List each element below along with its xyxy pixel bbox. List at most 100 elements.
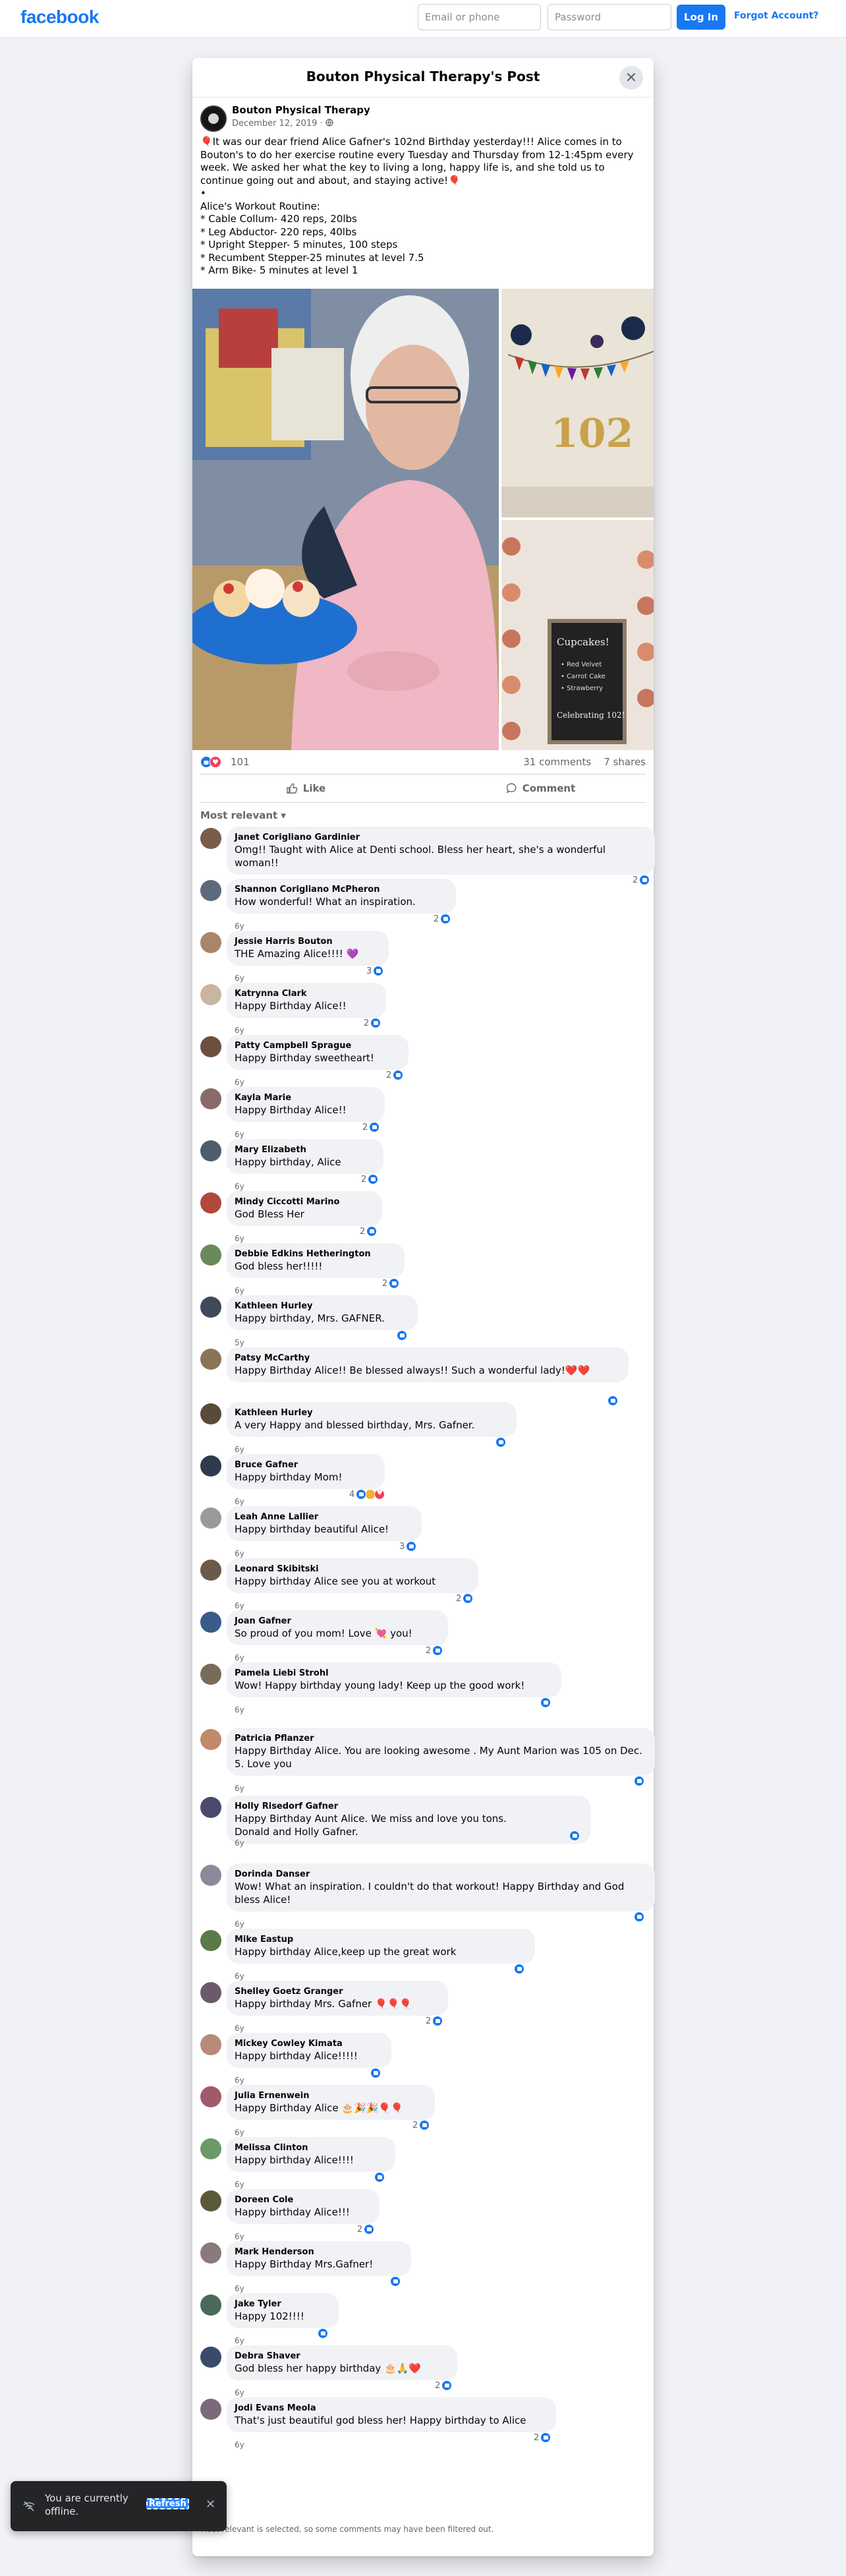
comment-age[interactable]: 6y [235,1234,244,1243]
commenter-name[interactable]: Bruce Gafner [235,1459,377,1471]
commenter-name[interactable]: Leonard Skibitski [235,1564,470,1575]
comment-reactions[interactable] [494,1436,506,1449]
commenter-name[interactable]: Mary Elizabeth [235,1144,376,1156]
comment-reactions[interactable] [633,1910,644,1923]
comment-age[interactable]: 6y [235,1549,244,1558]
commenter-avatar[interactable] [200,2034,221,2055]
commenter-avatar[interactable] [200,1036,221,1057]
commenter-avatar[interactable] [200,1560,221,1581]
comment-age[interactable]: 6y [235,2336,244,2345]
commenter-avatar[interactable] [200,2347,221,2368]
commenter-name[interactable]: Kathleen Hurley [235,1407,509,1419]
commenter-avatar[interactable] [200,1349,221,1370]
reactions-icon-stack[interactable]: ♥ [200,756,227,768]
commenter-name[interactable]: Julia Ernenwein [235,2090,427,2101]
commenter-avatar[interactable] [200,1088,221,1109]
commenter-avatar[interactable] [200,2138,221,2159]
commenter-name[interactable]: Holly Risedorf Gafner [235,1801,582,1812]
page-avatar[interactable] [200,105,227,132]
comment-reactions[interactable]: 2 [364,1016,381,1030]
commenter-name[interactable]: Pamela Liebi Strohl [235,1668,553,1679]
commenter-name[interactable]: Mike Eastup [235,1934,527,1945]
comment-reactions[interactable]: 2 [360,1225,378,1238]
comment-reactions[interactable]: 2 [534,2431,551,2444]
comment-filter-dropdown[interactable]: Most relevant ▾ [200,809,286,821]
comment-reactions[interactable] [633,1774,644,1788]
comment-age[interactable]: 6y [235,2076,244,2085]
comment-age[interactable]: 6y [235,1182,244,1191]
forgot-account-link[interactable]: Forgot Account? [734,11,819,21]
page-name-link[interactable]: Bouton Physical Therapy [232,104,370,116]
comment-reactions[interactable] [513,1962,524,1976]
commenter-name[interactable]: Kayla Marie [235,1092,377,1103]
photo-birthday-woman[interactable] [192,289,499,750]
comment-age[interactable]: 6y [235,1130,244,1139]
commenter-name[interactable]: Kathleen Hurley [235,1301,410,1312]
password-field[interactable] [548,4,671,30]
facebook-logo[interactable]: facebook [20,7,99,28]
email-field[interactable] [418,4,541,30]
comment-age[interactable]: 6y [235,2180,244,2189]
comment-reactions[interactable] [373,2171,385,2184]
commenter-avatar[interactable] [200,880,221,901]
comment-reactions[interactable]: 2 [434,912,451,925]
comment-age[interactable]: 6y [235,1838,244,1848]
commenter-name[interactable]: Jessie Harris Bouton [235,936,381,947]
comments-count[interactable]: 31 comments [523,756,591,768]
commenter-avatar[interactable] [200,2295,221,2316]
comment-reactions[interactable] [389,2275,401,2288]
comment-age[interactable]: 6y [235,1026,244,1035]
comment-reactions[interactable]: 2 [361,1173,379,1186]
commenter-avatar[interactable] [200,2190,221,2211]
comment-reactions[interactable]: 2 [362,1121,380,1134]
commenter-name[interactable]: Mark Henderson [235,2246,403,2258]
shares-count[interactable]: 7 shares [604,756,646,768]
commenter-name[interactable]: Patricia Pflanzer [235,1733,647,1744]
commenter-name[interactable]: Mindy Ciccotti Marino [235,1196,374,1208]
commenter-avatar[interactable] [200,1192,221,1214]
comment-age[interactable]: 6y [235,1919,244,1929]
like-button[interactable]: Like [200,778,411,799]
comment-age[interactable]: 6y [235,2440,244,2449]
commenter-name[interactable]: Debbie Edkins Hetherington [235,1248,397,1260]
commenter-name[interactable]: Debra Shaver [235,2351,449,2362]
login-button[interactable]: Log In [677,5,725,30]
comment-age[interactable]: 6y [235,1653,244,1662]
commenter-name[interactable]: Patsy McCarthy [235,1353,621,1364]
close-icon[interactable]: ✕ [206,2498,215,2511]
comment-age[interactable]: 6y [235,974,244,983]
comment-reactions[interactable] [395,1329,407,1342]
comment-age[interactable]: 6y [235,2388,244,2397]
commenter-avatar[interactable] [200,984,221,1005]
comment-reactions[interactable]: 2 [382,1277,400,1290]
comment-reactions[interactable]: 2 [357,2223,375,2236]
commenter-name[interactable]: Joan Gafner [235,1616,440,1627]
comment-age[interactable]: 6y [235,1445,244,1454]
comment-age[interactable]: 5y [235,1338,244,1347]
comment-age[interactable]: 6y [235,1601,244,1610]
commenter-name[interactable]: Melissa Clinton [235,2142,387,2153]
comment-reactions[interactable]: 2 [435,2379,453,2392]
comment-age[interactable]: 6y [235,2128,244,2137]
commenter-name[interactable]: Shannon Corigliano McPheron [235,884,448,895]
commenter-name[interactable]: Shelley Goetz Granger [235,1986,440,1997]
commenter-name[interactable]: Jake Tyler [235,2298,331,2310]
comment-reactions[interactable]: 2 [412,2119,430,2132]
commenter-name[interactable]: Leah Anne Lallier [235,1511,414,1523]
commenter-avatar[interactable] [200,1297,221,1318]
comment-button[interactable]: Comment [435,778,646,799]
post-timestamp[interactable]: December 12, 2019 · [232,119,333,129]
commenter-avatar[interactable] [200,1244,221,1266]
comment-age[interactable]: 6y [235,2284,244,2293]
commenter-avatar[interactable] [200,1982,221,2003]
comment-age[interactable]: 6y [235,1784,244,1793]
comment-age[interactable]: 6y [235,922,244,931]
reaction-count[interactable]: 101 [231,756,250,768]
refresh-button[interactable]: Refresh [146,2498,189,2509]
photo-cupcakes-sign[interactable]: Cupcakes! • Red Velvet • Carrot Cake • S… [501,520,654,750]
commenter-name[interactable]: Mickey Cowley Kimata [235,2038,383,2049]
commenter-avatar[interactable] [200,1930,221,1951]
comment-reactions[interactable]: 3 [366,964,384,978]
comment-reactions[interactable]: 2 [386,1068,404,1082]
commenter-avatar[interactable] [200,1403,221,1424]
